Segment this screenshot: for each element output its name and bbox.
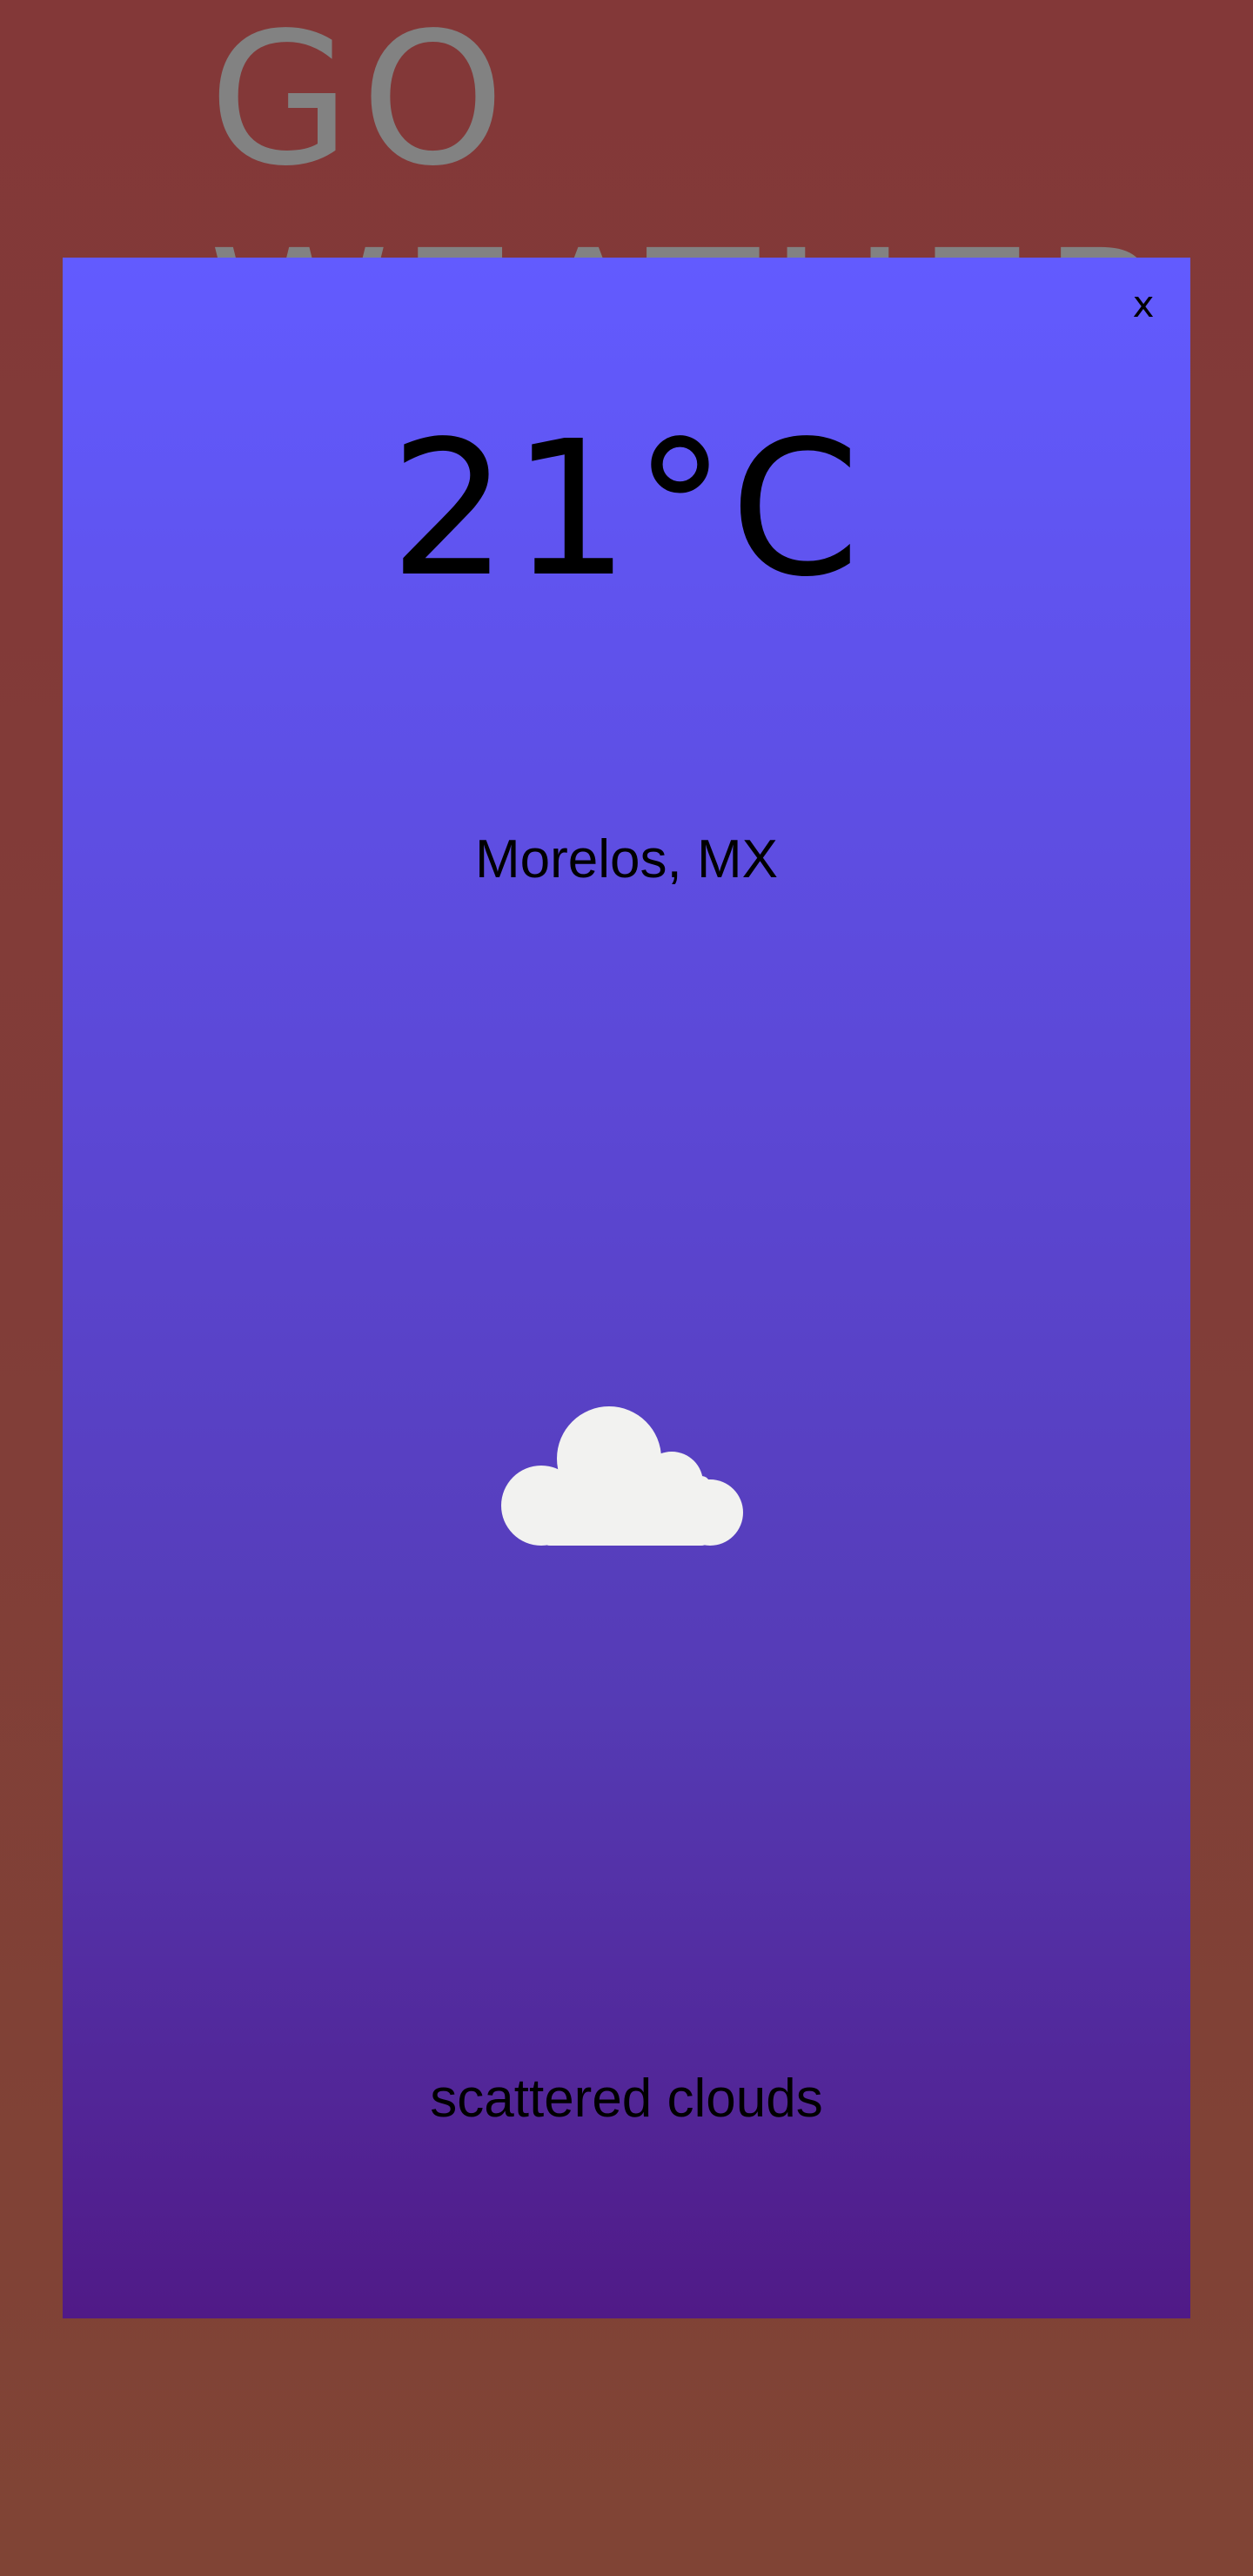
close-button[interactable]: x	[1126, 286, 1161, 323]
weather-description: scattered clouds	[430, 2069, 823, 2129]
cloud-icon	[501, 1389, 762, 1563]
location-label: Morelos, MX	[475, 829, 778, 889]
weather-modal: x 21°C Morelos, MX scattered clouds	[63, 258, 1190, 2318]
temperature-value: 21°C	[389, 401, 864, 618]
